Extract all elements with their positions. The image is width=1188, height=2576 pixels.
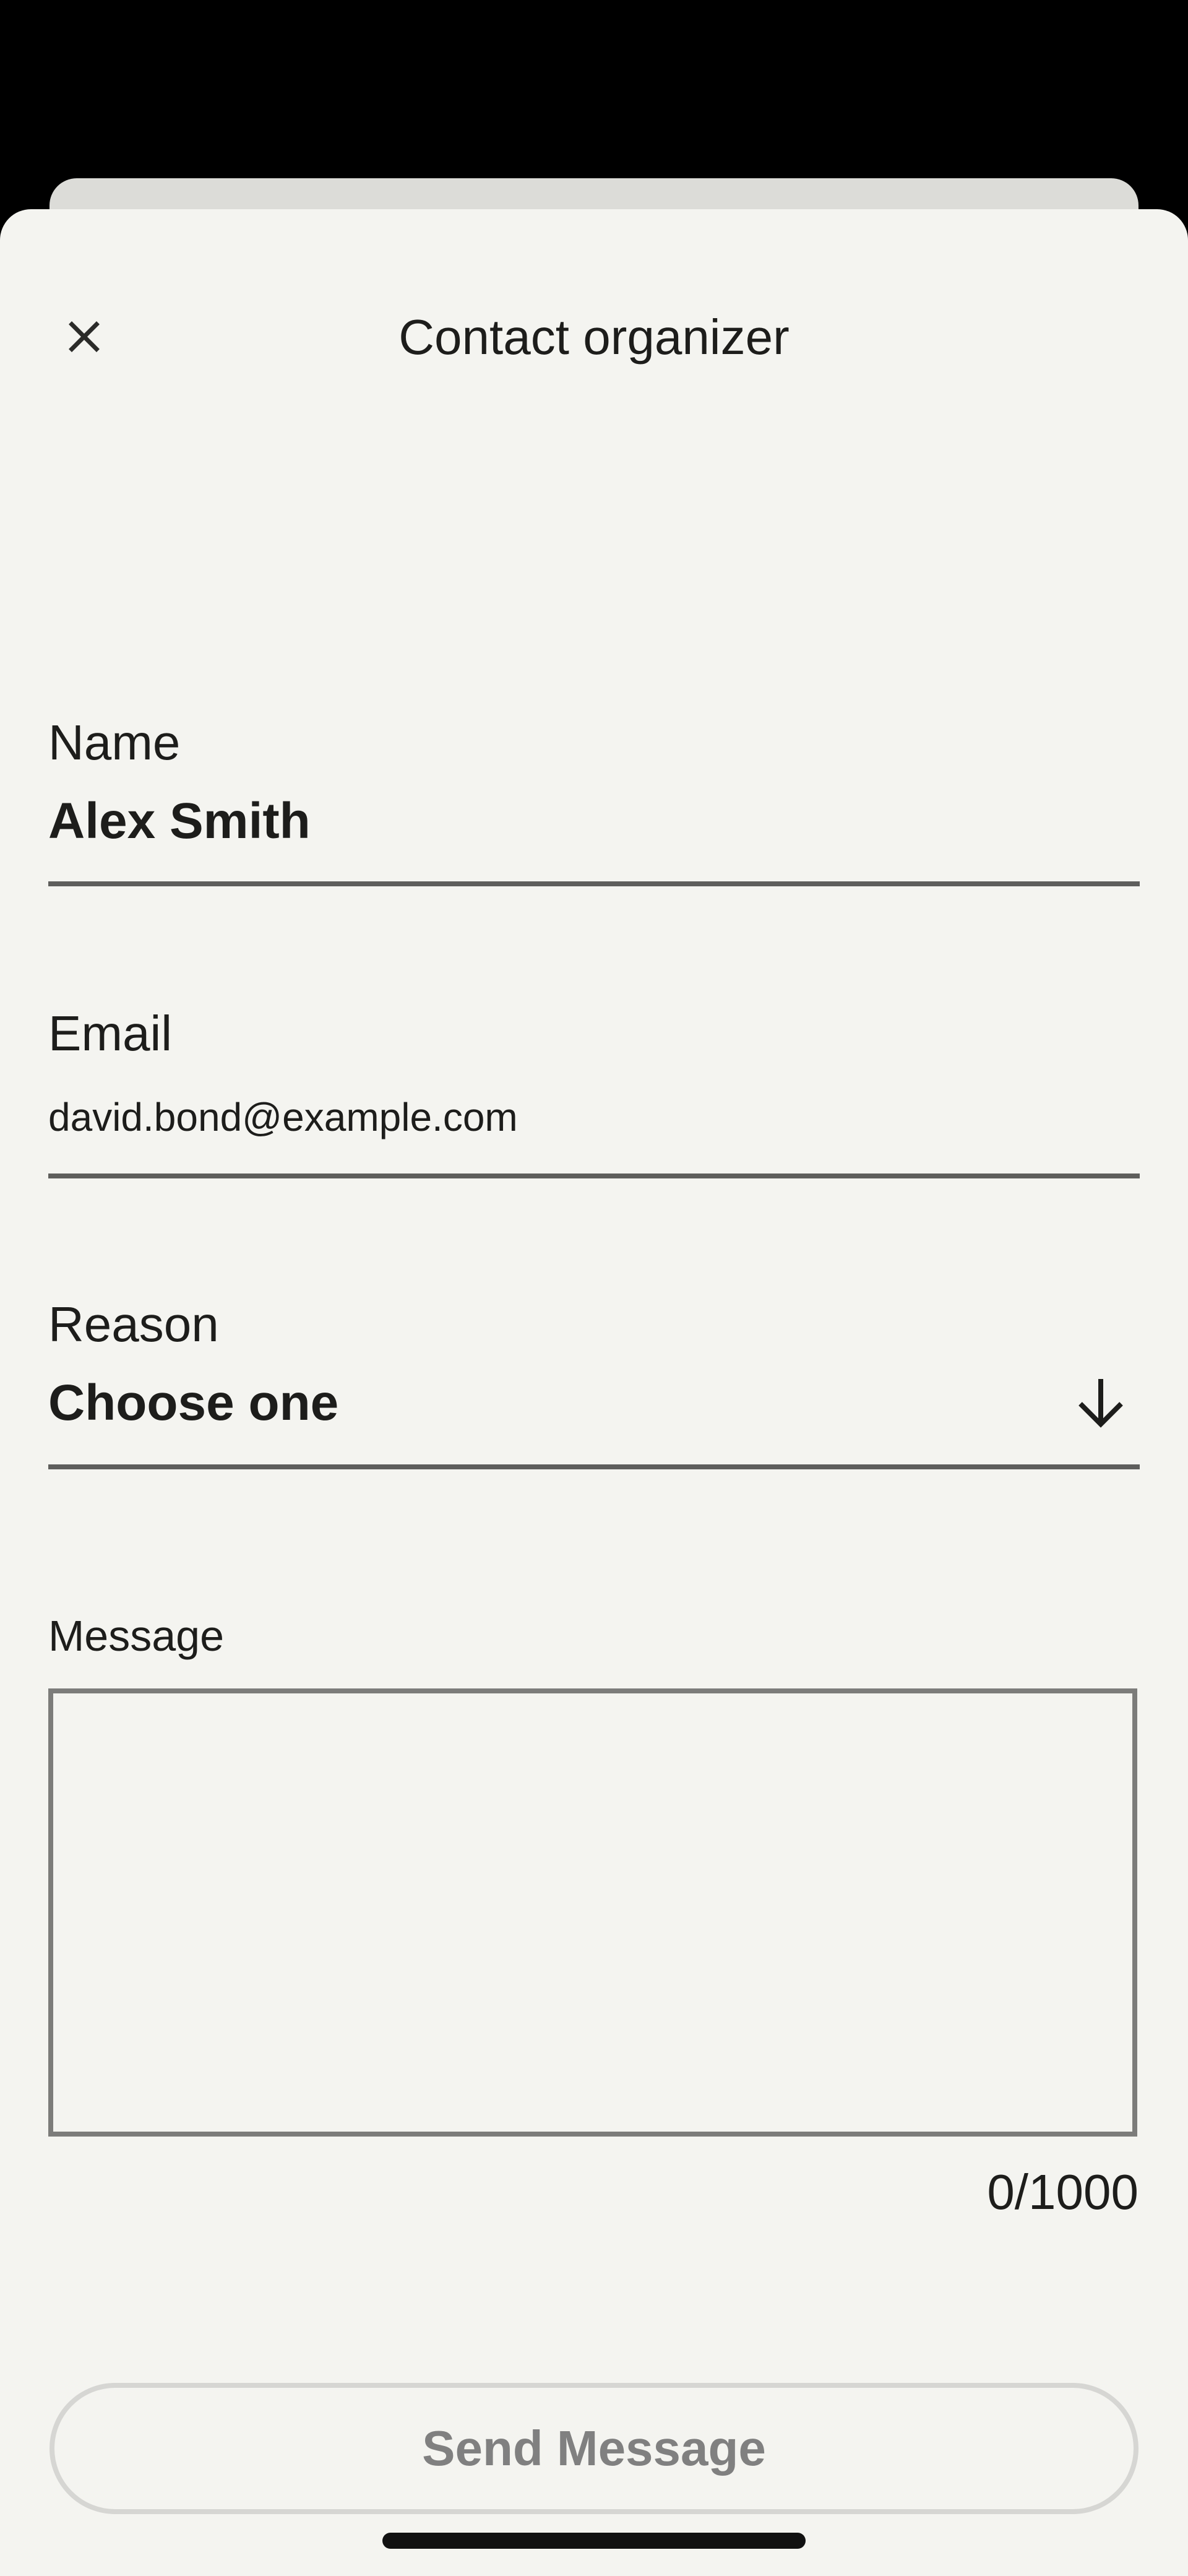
reason-select[interactable]: Reason Choose one bbox=[48, 1294, 1140, 1473]
message-label: Message bbox=[48, 1612, 225, 1660]
reason-underline bbox=[48, 1464, 1140, 1469]
name-field[interactable]: Name Alex Smith bbox=[48, 712, 1140, 891]
email-field[interactable]: Email david.bond@example.com bbox=[48, 1003, 1140, 1182]
name-label: Name bbox=[48, 715, 181, 770]
reason-value[interactable]: Choose one bbox=[48, 1369, 338, 1437]
message-textarea[interactable] bbox=[48, 1688, 1137, 2137]
reason-label: Reason bbox=[48, 1297, 219, 1352]
character-counter: 0/1000 bbox=[987, 2164, 1138, 2219]
email-label: Email bbox=[48, 1006, 173, 1061]
email-underline bbox=[48, 1173, 1140, 1178]
name-underline bbox=[48, 881, 1140, 886]
page-title: Contact organizer bbox=[398, 309, 790, 365]
arrow-down-icon[interactable] bbox=[1073, 1374, 1129, 1430]
send-message-button[interactable]: Send Message bbox=[50, 2383, 1138, 2514]
home-indicator bbox=[382, 2533, 806, 2549]
email-value[interactable]: david.bond@example.com bbox=[48, 1089, 518, 1145]
name-value[interactable]: Alex Smith bbox=[48, 787, 311, 855]
